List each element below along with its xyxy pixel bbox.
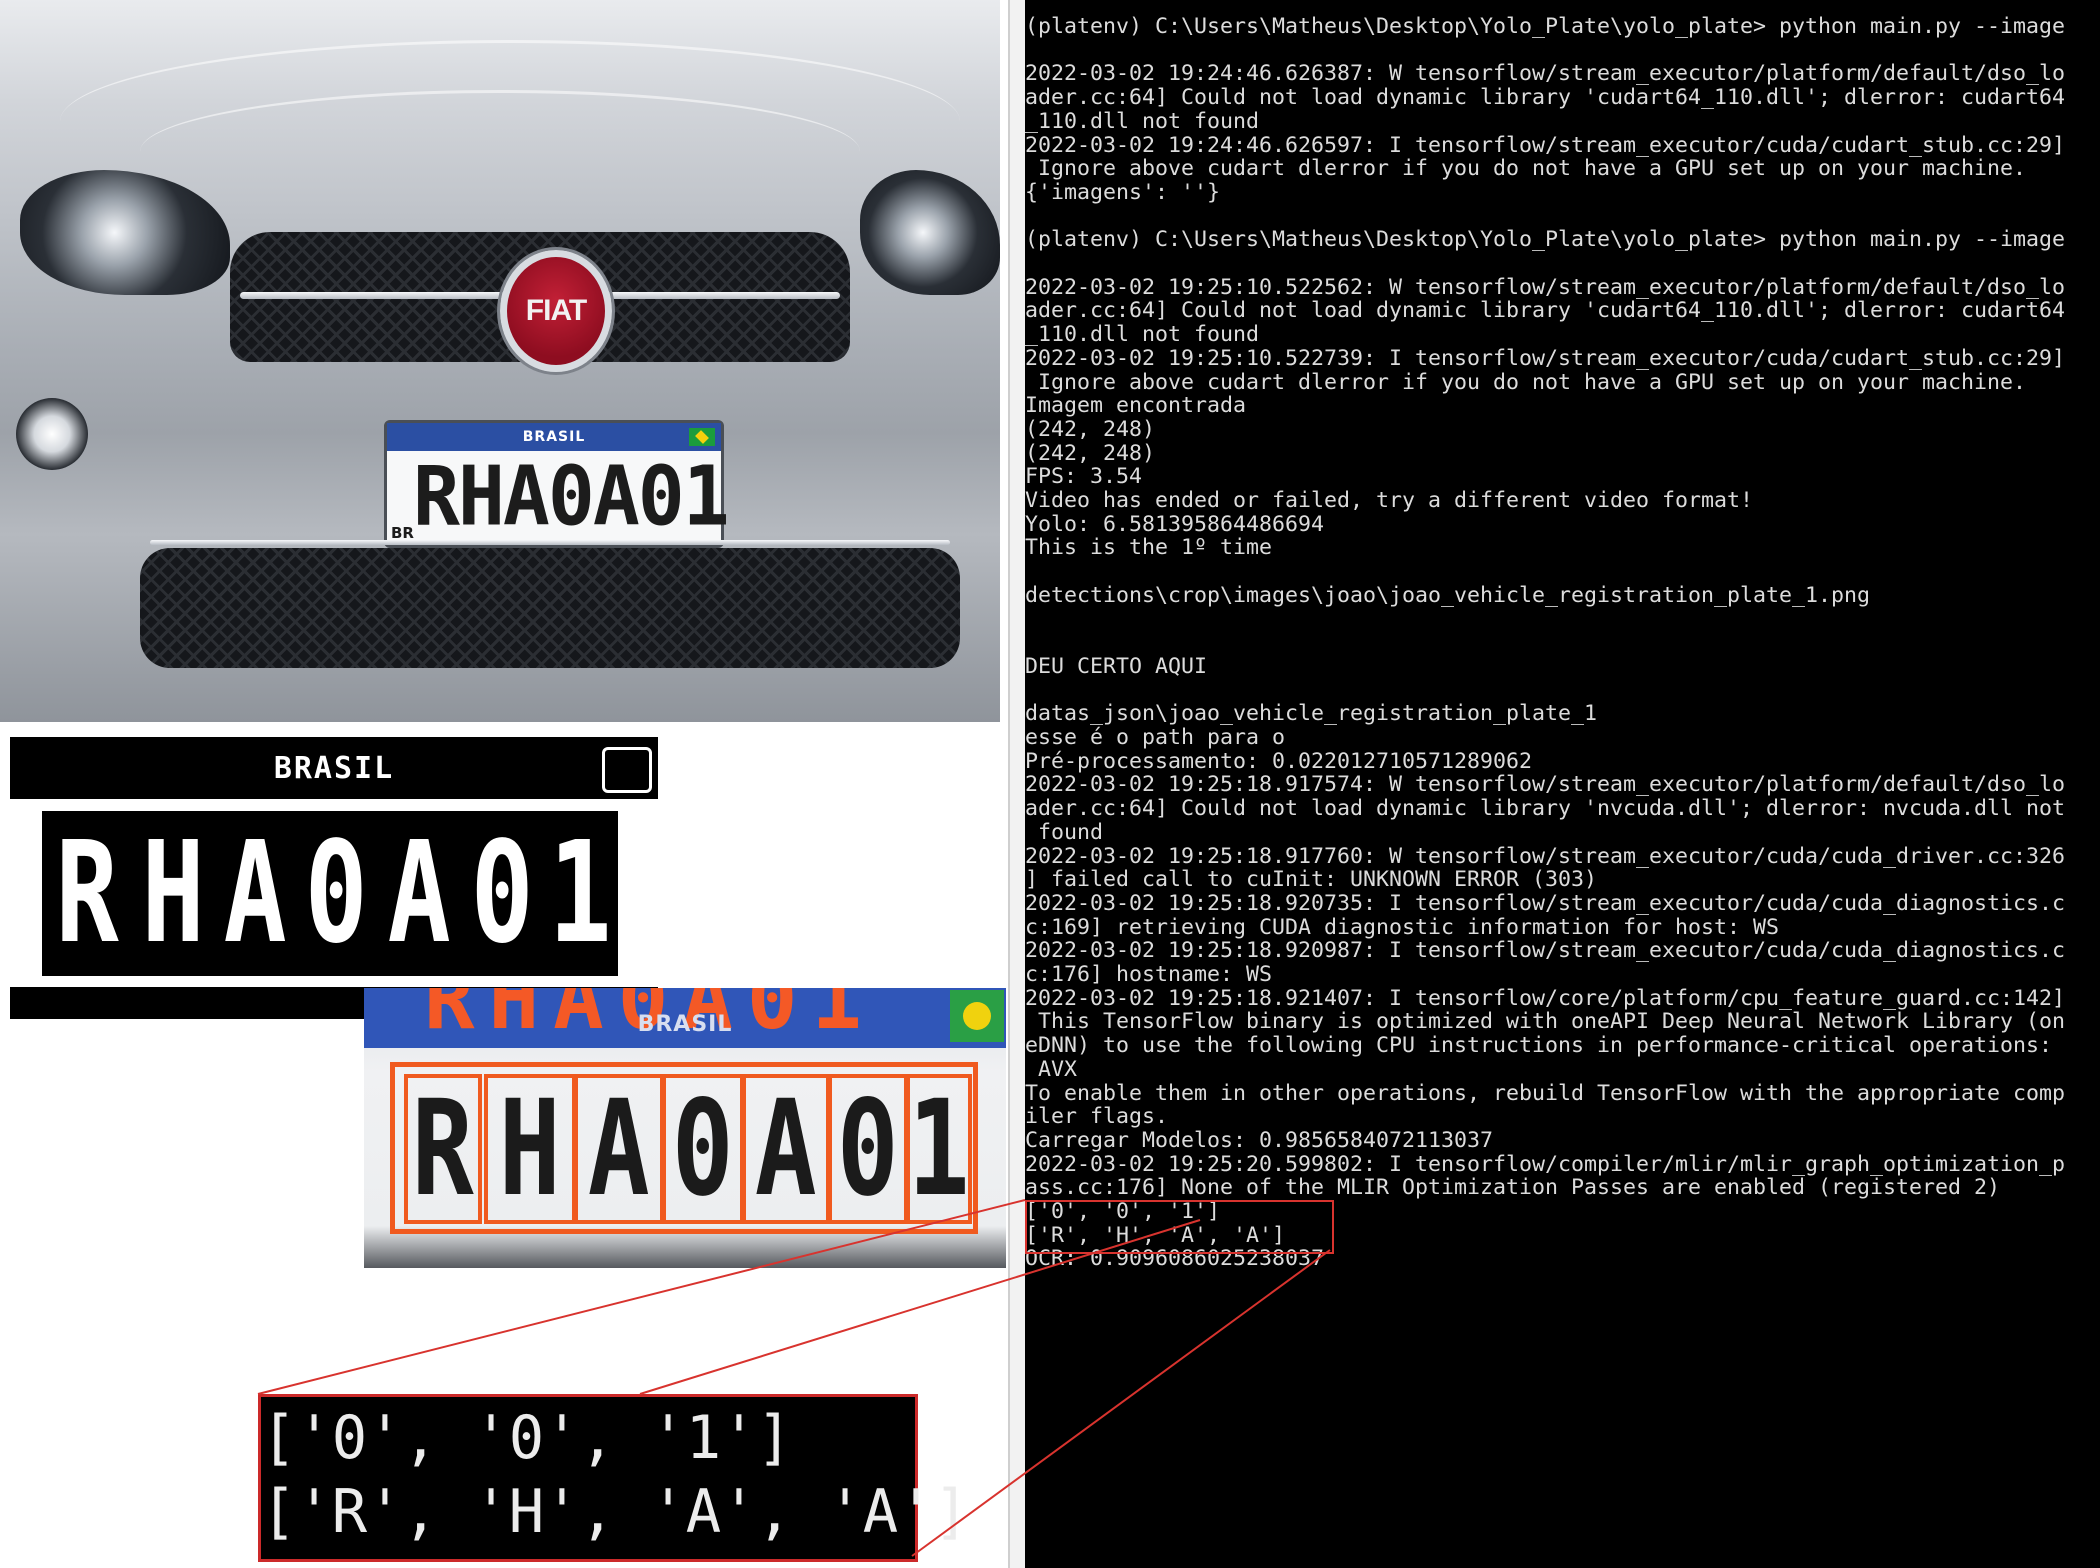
callout-line-top-left (257, 1199, 1026, 1395)
callout-line-bottom-right (911, 1249, 1331, 1557)
callout-lines (257, 1199, 1331, 1557)
callout-line-middle (639, 1219, 1201, 1395)
